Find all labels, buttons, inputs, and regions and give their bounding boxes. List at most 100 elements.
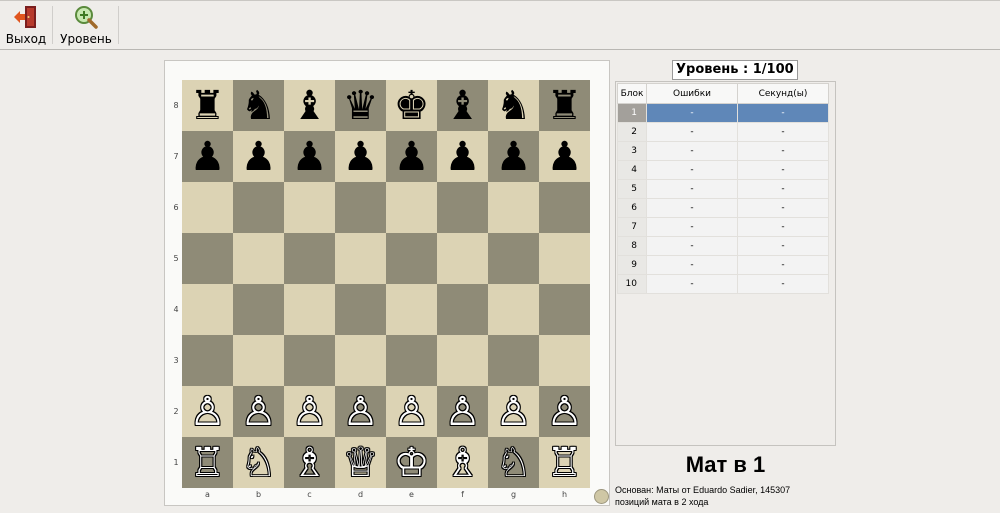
table-row[interactable]: 8-- [617,236,829,256]
square-h1[interactable]: ♖ [539,437,590,488]
exit-button[interactable]: Выход [4,4,48,48]
table-row[interactable]: 3-- [617,141,829,161]
square-b3[interactable] [233,335,284,386]
black-bishop-icon[interactable]: ♝ [292,86,328,126]
square-f4[interactable] [437,284,488,335]
black-rook-icon[interactable]: ♜ [190,86,226,126]
square-c1[interactable]: ♗ [284,437,335,488]
square-g8[interactable]: ♞ [488,80,539,131]
header-errors[interactable]: Ошибки [646,83,738,104]
square-b2[interactable]: ♙ [233,386,284,437]
square-g5[interactable] [488,233,539,284]
square-e5[interactable] [386,233,437,284]
square-d2[interactable]: ♙ [335,386,386,437]
header-block[interactable]: Блок [617,83,647,104]
square-b1[interactable]: ♘ [233,437,284,488]
square-e7[interactable]: ♟ [386,131,437,182]
table-row[interactable]: 6-- [617,198,829,218]
level-button[interactable]: Уровень [58,4,114,48]
white-rook-icon[interactable]: ♖ [190,443,226,483]
square-a6[interactable] [182,182,233,233]
square-g4[interactable] [488,284,539,335]
white-pawn-icon[interactable]: ♙ [496,392,532,432]
square-c7[interactable]: ♟ [284,131,335,182]
square-a7[interactable]: ♟ [182,131,233,182]
square-g1[interactable]: ♘ [488,437,539,488]
table-row[interactable]: 7-- [617,217,829,237]
square-d5[interactable] [335,233,386,284]
black-pawn-icon[interactable]: ♟ [292,137,328,177]
black-pawn-icon[interactable]: ♟ [445,137,481,177]
table-row[interactable]: 9-- [617,255,829,275]
white-pawn-icon[interactable]: ♙ [445,392,481,432]
table-row[interactable]: 5-- [617,179,829,199]
square-g7[interactable]: ♟ [488,131,539,182]
square-h4[interactable] [539,284,590,335]
black-pawn-icon[interactable]: ♟ [547,137,583,177]
square-e6[interactable] [386,182,437,233]
white-rook-icon[interactable]: ♖ [547,443,583,483]
square-h7[interactable]: ♟ [539,131,590,182]
black-knight-icon[interactable]: ♞ [496,86,532,126]
square-d1[interactable]: ♕ [335,437,386,488]
square-a2[interactable]: ♙ [182,386,233,437]
table-row[interactable]: 10- - [617,274,829,294]
square-g6[interactable] [488,182,539,233]
black-knight-icon[interactable]: ♞ [241,86,277,126]
square-h6[interactable] [539,182,590,233]
chess-board[interactable]: ♜ ♞ ♝ ♛ ♚ ♝ ♞ ♜ ♟ ♟ ♟ ♟ ♟ ♟ ♟ ♟ ♙ ♙ ♙ ♙ ♙ ♙ ♙ ♙ ♖ ♘ ♗ ♕ ♔ ♗ ♘ ♖ [182,80,590,488]
square-e3[interactable] [386,335,437,386]
square-a3[interactable] [182,335,233,386]
square-h3[interactable] [539,335,590,386]
square-c4[interactable] [284,284,335,335]
square-g2[interactable]: ♙ [488,386,539,437]
table-row[interactable]: 2-- [617,122,829,142]
white-pawn-icon[interactable]: ♙ [394,392,430,432]
square-f2[interactable]: ♙ [437,386,488,437]
square-h5[interactable] [539,233,590,284]
black-pawn-icon[interactable]: ♟ [496,137,532,177]
square-d6[interactable] [335,182,386,233]
square-h8[interactable]: ♜ [539,80,590,131]
square-h2[interactable]: ♙ [539,386,590,437]
white-bishop-icon[interactable]: ♗ [445,443,481,483]
black-pawn-icon[interactable]: ♟ [241,137,277,177]
square-e8[interactable]: ♚ [386,80,437,131]
square-a4[interactable] [182,284,233,335]
square-d3[interactable] [335,335,386,386]
black-pawn-icon[interactable]: ♟ [343,137,379,177]
square-b6[interactable] [233,182,284,233]
square-f8[interactable]: ♝ [437,80,488,131]
black-bishop-icon[interactable]: ♝ [445,86,481,126]
black-pawn-icon[interactable]: ♟ [190,137,226,177]
table-row[interactable]: 1-- [617,103,829,123]
black-pawn-icon[interactable]: ♟ [394,137,430,177]
black-king-icon[interactable]: ♚ [394,86,430,126]
square-f1[interactable]: ♗ [437,437,488,488]
white-knight-icon[interactable]: ♘ [496,443,532,483]
square-a8[interactable]: ♜ [182,80,233,131]
white-pawn-icon[interactable]: ♙ [547,392,583,432]
square-b4[interactable] [233,284,284,335]
white-bishop-icon[interactable]: ♗ [292,443,328,483]
white-knight-icon[interactable]: ♘ [241,443,277,483]
table-row[interactable]: 4-- [617,160,829,180]
square-d8[interactable]: ♛ [335,80,386,131]
square-e4[interactable] [386,284,437,335]
square-c8[interactable]: ♝ [284,80,335,131]
square-c6[interactable] [284,182,335,233]
white-pawn-icon[interactable]: ♙ [343,392,379,432]
square-f5[interactable] [437,233,488,284]
square-a5[interactable] [182,233,233,284]
square-a1[interactable]: ♖ [182,437,233,488]
square-c3[interactable] [284,335,335,386]
black-rook-icon[interactable]: ♜ [547,86,583,126]
square-f3[interactable] [437,335,488,386]
square-f6[interactable] [437,182,488,233]
square-d4[interactable] [335,284,386,335]
white-pawn-icon[interactable]: ♙ [190,392,226,432]
square-e1[interactable]: ♔ [386,437,437,488]
black-queen-icon[interactable]: ♛ [343,86,379,126]
square-b5[interactable] [233,233,284,284]
white-pawn-icon[interactable]: ♙ [241,392,277,432]
